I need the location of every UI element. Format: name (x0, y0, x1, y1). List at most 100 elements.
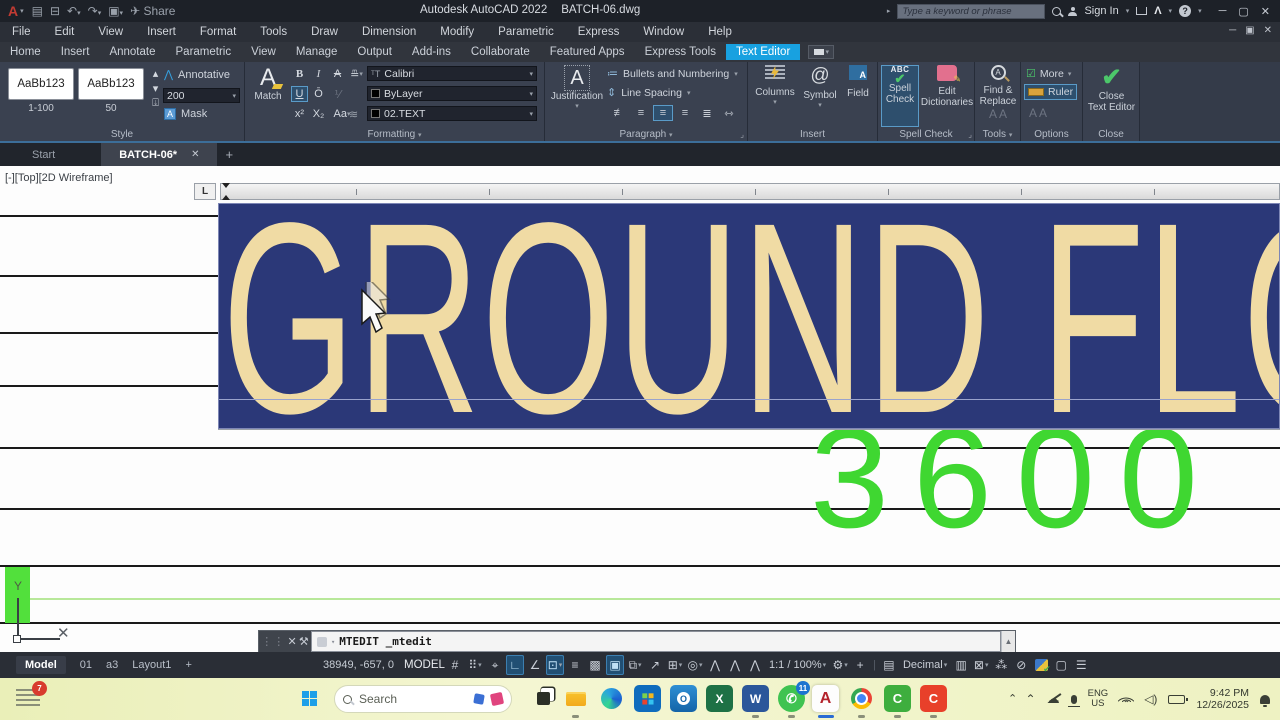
task-view-button[interactable] (530, 685, 557, 712)
close-text-editor-button[interactable]: ✔ Close Text Editor (1085, 65, 1138, 114)
doc-minimize-button[interactable]: ─ (1229, 25, 1236, 36)
grid-display-button[interactable]: # (446, 655, 464, 675)
command-history-icon[interactable] (317, 636, 327, 647)
model-space-button[interactable]: MODEL (404, 659, 445, 671)
quick-properties-button[interactable]: ▥ (952, 655, 970, 675)
battery-icon[interactable] (1168, 694, 1189, 704)
chrome-icon[interactable] (848, 685, 875, 712)
tab-text-editor[interactable]: Text Editor (725, 44, 801, 60)
save-button[interactable]: ▤ (32, 4, 43, 18)
tab-express-tools[interactable]: Express Tools (635, 44, 726, 60)
style-scroll-down-button[interactable]: ▾ (147, 83, 164, 95)
volume-icon[interactable]: ◁) (1144, 692, 1157, 706)
more-label[interactable]: More (1040, 68, 1064, 80)
distribute-align-button[interactable]: ⇿ (719, 105, 739, 121)
object-snap-button[interactable]: ⊡ ▾ (546, 655, 564, 675)
justification-button[interactable]: A Justification ▾ (551, 65, 603, 110)
mtext-ruler[interactable] (220, 183, 1280, 200)
spell-dialog-launcher-icon[interactable]: ⌟ (968, 130, 972, 139)
dynamic-input-button[interactable]: ⌖ (486, 655, 504, 675)
panel-label-paragraph[interactable]: Paragraph ▾ (545, 129, 747, 140)
qsave-button[interactable]: ▣▾ (108, 4, 123, 18)
dynamic-ucs-button[interactable]: ⊞ ▾ (666, 655, 684, 675)
line-spacing-label[interactable]: Line Spacing (621, 87, 682, 99)
onedrive-paused-icon[interactable]: ☁ (1047, 691, 1060, 707)
annotation-scale-button[interactable]: 1:1 / 100% ▾ (766, 655, 829, 675)
autodesk-logo-icon[interactable]: Λ (1154, 5, 1161, 17)
tab-add-ins[interactable]: Add-ins (402, 44, 461, 60)
fullscreen-button[interactable]: ▢ (1052, 655, 1070, 675)
menu-tools[interactable]: Tools (248, 26, 299, 38)
file-tab-close-icon[interactable]: ✕ (191, 149, 199, 160)
logo-caret-icon[interactable]: ▾ (20, 7, 24, 15)
layout-tab-layout1[interactable]: Layout1 (132, 659, 171, 671)
tab-featured-apps[interactable]: Featured Apps (540, 44, 635, 60)
bullets-label[interactable]: Bullets and Numbering (623, 68, 729, 80)
text-style-1[interactable]: AaBb123 (8, 68, 74, 100)
autodesk-caret-icon[interactable]: ▾ (1169, 7, 1173, 15)
help-icon[interactable]: ? (1179, 5, 1192, 17)
minimize-button[interactable]: ─ (1219, 5, 1227, 18)
object-snap-tracking-button[interactable]: ↗ (646, 655, 664, 675)
panel-label-tools[interactable]: Tools ▾ (975, 129, 1020, 140)
menu-insert[interactable]: Insert (135, 26, 188, 38)
command-input[interactable]: ▾ MTEDIT _mtedit (311, 631, 1001, 652)
autoscale-button[interactable]: ⋀ (726, 655, 744, 675)
command-line-dock[interactable]: ⋮⋮ ✕ ⚒ ▾ MTEDIT _mtedit ▲ (258, 630, 1016, 652)
windows-start-button[interactable] (296, 685, 323, 712)
font-combo[interactable]: ᵀT Calibri ▾ (367, 66, 537, 81)
symbol-button[interactable]: @ Symbol ▾ (800, 65, 840, 109)
center-align-button[interactable]: ≡ (653, 105, 673, 121)
menu-help[interactable]: Help (696, 26, 744, 38)
ortho-mode-button[interactable]: ∟ (506, 655, 524, 675)
redo-button[interactable]: ↷▾ (88, 4, 102, 18)
ruler-toggle-button[interactable]: Ruler (1024, 84, 1078, 100)
text-height-combo[interactable]: 200 ▾ (163, 88, 240, 103)
tab-home[interactable]: Home (0, 44, 51, 60)
plot-button[interactable]: ⊟ (50, 4, 60, 18)
paragraph-indent-marker[interactable] (222, 191, 230, 200)
3d-object-snap-button[interactable]: ⧉ ▾ (626, 655, 644, 675)
ribbon-display-toggle[interactable]: ▾ (808, 45, 835, 59)
outlook-icon[interactable]: O (670, 685, 697, 712)
clean-screen-button[interactable] (1032, 655, 1051, 675)
mask-label[interactable]: Mask (181, 108, 207, 120)
menu-file[interactable]: File (0, 26, 43, 38)
annotative-label[interactable]: Annotative (178, 69, 230, 81)
command-wrench-icon[interactable]: ⚒ (299, 635, 309, 648)
selection-cycling-button[interactable]: ▣ (606, 655, 624, 675)
customization-menu-button[interactable]: ☰ (1072, 655, 1090, 675)
tab-insert[interactable]: Insert (51, 44, 100, 60)
excel-icon[interactable]: X (706, 685, 733, 712)
right-align-button[interactable]: ≡ (675, 105, 695, 121)
wifi-icon[interactable] (1117, 692, 1135, 710)
tab-annotate[interactable]: Annotate (99, 44, 165, 60)
sign-in-button[interactable]: Sign In (1084, 5, 1118, 17)
underline-button[interactable]: U (291, 86, 308, 102)
layer-combo[interactable]: 02.TEXT ▾ (367, 106, 537, 121)
snap-mode-button[interactable]: ⠿ ▾ (466, 655, 484, 675)
viewport-controls[interactable]: [-][Top][2D Wireframe] (5, 172, 113, 184)
match-formatting-button[interactable]: A Match (249, 65, 287, 102)
camtasia-icon[interactable]: C (884, 685, 911, 712)
color-combo[interactable]: ByLayer ▾ (367, 86, 537, 101)
new-drawing-tab-button[interactable]: + (225, 147, 233, 162)
menu-modify[interactable]: Modify (428, 26, 486, 38)
doc-restore-button[interactable]: ▣ (1245, 25, 1254, 36)
menu-express[interactable]: Express (566, 26, 632, 38)
menu-edit[interactable]: Edit (43, 26, 87, 38)
file-tab-batch06[interactable]: BATCH-06* ✕ (101, 143, 218, 166)
polar-tracking-button[interactable]: ∠ (526, 655, 544, 675)
lineweight-button[interactable]: ≡ (566, 655, 584, 675)
italic-button[interactable]: I (310, 66, 327, 82)
panel-label-formatting[interactable]: Formatting ▾ (245, 129, 544, 140)
tab-parametric[interactable]: Parametric (166, 44, 242, 60)
menu-window[interactable]: Window (631, 26, 696, 38)
sign-in-caret-icon[interactable]: ▾ (1126, 7, 1130, 15)
default-align-button[interactable]: ≢ (609, 105, 629, 121)
text-style-2[interactable]: AaBb123 (78, 68, 144, 100)
menu-parametric[interactable]: Parametric (486, 26, 566, 38)
menu-draw[interactable]: Draw (299, 26, 350, 38)
tab-output[interactable]: Output (347, 44, 402, 60)
new-layout-button[interactable]: + (185, 659, 191, 671)
